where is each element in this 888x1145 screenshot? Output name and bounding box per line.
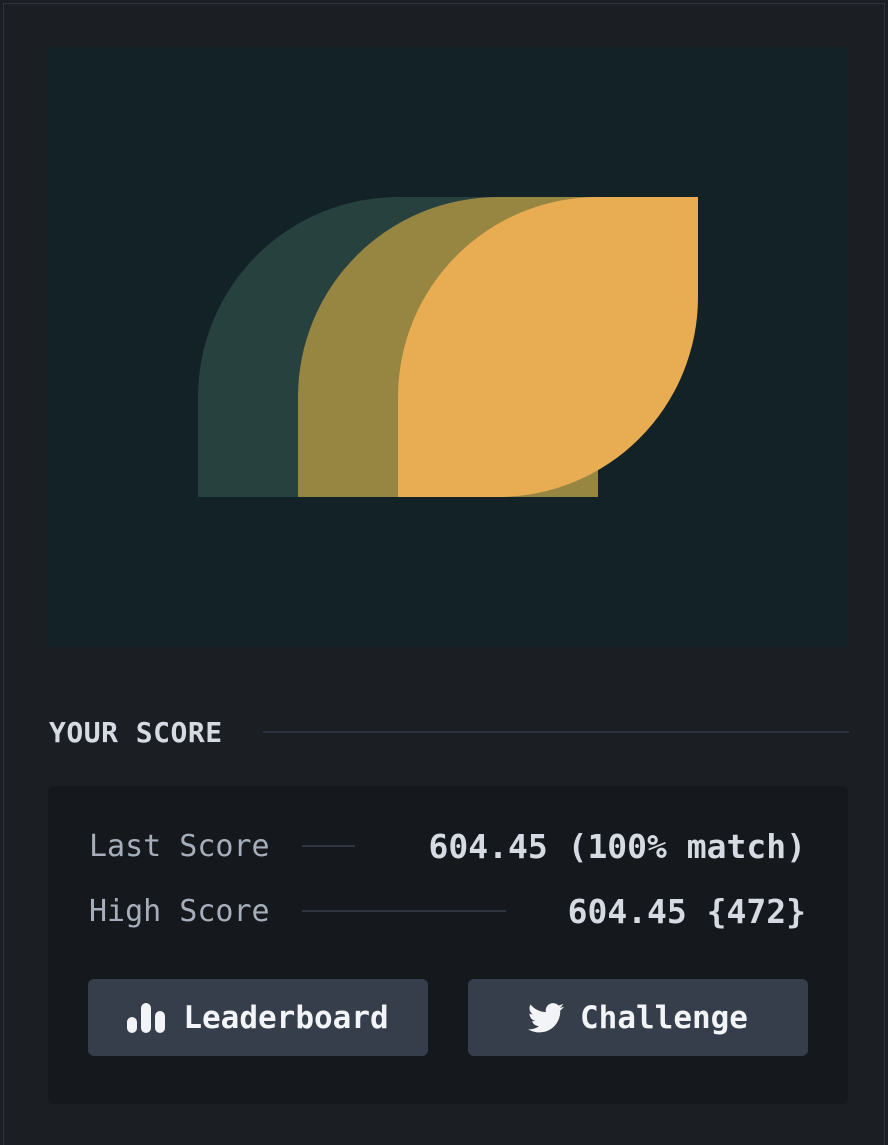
section-divider: [262, 731, 849, 733]
score-section-header: YOUR SCORE: [49, 712, 849, 752]
last-score-row: Last Score 604.45 (100% match): [89, 824, 806, 868]
challenge-label: Challenge: [580, 999, 748, 1036]
high-score-value: 604.45 {472}: [567, 891, 806, 931]
last-score-label: Last Score: [89, 828, 270, 864]
leaderboard-button[interactable]: Leaderboard: [88, 979, 428, 1056]
high-score-row: High Score 604.45 {472}: [89, 889, 806, 933]
puzzle-canvas: [47, 47, 848, 647]
twitter-icon: [528, 1002, 564, 1033]
game-panel: YOUR SCORE Last Score 604.45 (100% match…: [3, 3, 885, 1145]
leaderboard-label: Leaderboard: [183, 999, 389, 1036]
high-score-divider: [301, 910, 506, 912]
puzzle-shapes: [198, 197, 698, 497]
high-score-label: High Score: [89, 893, 270, 929]
last-score-value: 604.45 (100% match): [428, 826, 807, 866]
last-score-divider: [301, 845, 355, 847]
score-card: Last Score 604.45 (100% match) High Scor…: [48, 786, 848, 1104]
challenge-button[interactable]: Challenge: [468, 979, 808, 1056]
section-title: YOUR SCORE: [49, 715, 223, 749]
bar-chart-icon: [127, 1002, 167, 1033]
